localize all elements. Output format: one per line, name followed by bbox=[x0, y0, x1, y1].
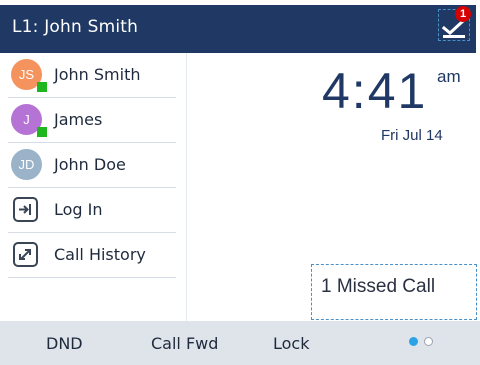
missed-call-text: 1 Missed Call bbox=[321, 276, 436, 297]
lock-softkey[interactable]: Lock bbox=[273, 334, 309, 353]
divider bbox=[8, 277, 176, 278]
dnd-softkey[interactable]: DND bbox=[46, 334, 83, 353]
login-icon bbox=[13, 197, 38, 222]
contact-name: John Smith bbox=[54, 65, 141, 84]
contact-item-john-smith[interactable]: JS John Smith bbox=[0, 53, 186, 98]
contact-item-james[interactable]: J James bbox=[0, 98, 186, 143]
call-history-icon bbox=[13, 242, 38, 267]
messages-button[interactable]: 1 bbox=[438, 6, 471, 41]
contact-item-john-doe[interactable]: JD John Doe bbox=[0, 143, 186, 188]
contact-name: John Doe bbox=[54, 155, 126, 174]
contact-name: James bbox=[54, 110, 103, 129]
missed-call-notification[interactable]: 1 Missed Call bbox=[311, 264, 477, 320]
sidebar: JS John Smith J James JD John Doe Log In bbox=[0, 53, 187, 321]
clock-ampm: am bbox=[437, 67, 461, 86]
log-in-button[interactable]: Log In bbox=[0, 188, 186, 233]
phone-screen: L1: John Smith 1 JS John Smith J James J… bbox=[0, 0, 480, 365]
clock-date: Fri Jul 14 bbox=[381, 127, 443, 144]
log-in-label: Log In bbox=[54, 200, 103, 219]
page-dot-inactive bbox=[424, 337, 433, 346]
avatar: JD bbox=[11, 149, 42, 180]
call-fwd-softkey[interactable]: Call Fwd bbox=[151, 334, 218, 353]
page-dot-active bbox=[409, 337, 418, 346]
call-history-button[interactable]: Call History bbox=[0, 233, 186, 278]
header-bar: L1: John Smith 1 bbox=[0, 5, 476, 53]
presence-available-icon bbox=[37, 127, 47, 137]
message-count-badge: 1 bbox=[455, 6, 471, 22]
call-history-label: Call History bbox=[54, 245, 146, 264]
clock-time: 4:41 bbox=[322, 63, 428, 119]
presence-available-icon bbox=[37, 82, 47, 92]
line-title: L1: John Smith bbox=[12, 17, 139, 37]
softkey-bar: DND Call Fwd Lock bbox=[0, 321, 480, 365]
